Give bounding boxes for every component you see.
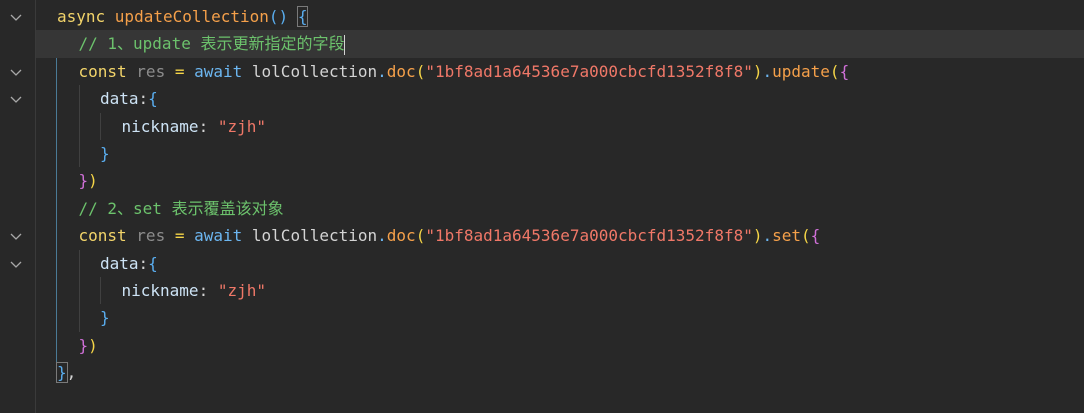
code-token: doc — [386, 226, 416, 246]
code-token: ( — [801, 226, 811, 246]
code-token: . — [377, 226, 387, 246]
chevron-down-icon[interactable] — [8, 256, 24, 272]
code-token: ( — [415, 61, 426, 81]
code-line[interactable]: } — [36, 139, 1084, 168]
code-line[interactable]: const res = await lolCollection.doc("1bf… — [36, 58, 1084, 85]
code-token: "1bf8ad1a64536e7a000cbcfd1352f8f8" — [425, 226, 753, 246]
code-token: const — [78, 61, 137, 81]
indent-guide — [78, 139, 80, 168]
code-token: } — [56, 362, 68, 384]
code-line[interactable]: const res = await lolCollection.doc("1bf… — [36, 222, 1084, 249]
code-token: const — [78, 226, 137, 246]
code-token: ( — [415, 226, 426, 246]
indent-guide — [78, 249, 80, 277]
code-token: () — [268, 7, 289, 26]
chevron-down-icon[interactable] — [8, 64, 24, 80]
fold-gutter — [0, 0, 36, 413]
code-token: updateCollection — [114, 7, 269, 26]
code-token: } — [100, 308, 110, 328]
code-token: nickname — [121, 116, 199, 136]
code-line[interactable]: // 1、update 表示更新指定的字段 — [36, 30, 1084, 58]
code-token: , — [66, 363, 77, 383]
code-line[interactable]: }) — [36, 332, 1084, 359]
code-token: // 2、set 表示覆盖该对象 — [78, 198, 284, 218]
code-token: lolCollection — [251, 61, 378, 81]
code-token: { — [810, 226, 821, 246]
chevron-down-icon[interactable] — [8, 228, 24, 244]
code-line[interactable]: } — [36, 304, 1084, 332]
code-token: res — [136, 61, 166, 81]
code-token: } — [78, 171, 89, 191]
code-token: lolCollection — [251, 226, 378, 246]
text-cursor — [344, 34, 346, 55]
code-token: . — [762, 61, 773, 81]
code-line[interactable]: }, — [36, 359, 1084, 386]
indent-guide — [100, 276, 101, 305]
code-token: { — [296, 6, 309, 27]
code-token: "zjh" — [217, 280, 266, 300]
code-token: async — [57, 7, 115, 26]
code-token: await — [194, 226, 252, 246]
code-editor[interactable]: async updateCollection() {// 1、update 表示… — [36, 3, 1084, 386]
indent-guide — [78, 304, 80, 332]
code-token: : — [198, 116, 218, 136]
code-token: ) — [88, 171, 98, 191]
code-token: { — [148, 89, 158, 109]
code-token: : — [138, 89, 149, 109]
code-token: { — [148, 253, 158, 273]
code-token: . — [377, 61, 387, 81]
indent-guide — [78, 276, 80, 305]
code-token: = — [165, 226, 195, 246]
code-token: = — [165, 61, 195, 81]
chevron-down-icon[interactable] — [8, 91, 24, 107]
code-token: res — [136, 226, 166, 246]
code-token: data — [100, 89, 139, 109]
code-token: ) — [88, 335, 98, 355]
code-token: . — [762, 226, 773, 246]
code-line[interactable]: async updateCollection() { — [36, 3, 1084, 30]
code-token: // 1、update 表示更新指定的字段 — [78, 34, 345, 54]
code-line[interactable]: data:{ — [36, 85, 1084, 113]
code-line[interactable]: }) — [36, 167, 1084, 194]
code-token: await — [194, 61, 252, 81]
code-line[interactable]: nickname: "zjh" — [36, 112, 1084, 140]
indent-guide — [78, 112, 80, 140]
code-line[interactable]: // 2、set 表示覆盖该对象 — [36, 195, 1084, 222]
code-token: : — [138, 253, 149, 273]
indent-guide — [100, 112, 101, 140]
code-token: "1bf8ad1a64536e7a000cbcfd1352f8f8" — [425, 61, 753, 81]
code-token: "zjh" — [217, 116, 266, 136]
code-line[interactable]: data:{ — [36, 249, 1084, 277]
code-token: data — [100, 253, 139, 273]
indent-guide — [78, 85, 80, 113]
code-token: set — [772, 226, 802, 246]
code-token: : — [198, 280, 218, 300]
code-line[interactable]: nickname: "zjh" — [36, 276, 1084, 305]
code-token: } — [78, 335, 89, 355]
code-token: ( — [829, 61, 840, 81]
code-token: } — [100, 143, 110, 163]
code-token: doc — [386, 61, 416, 81]
code-token: nickname — [121, 280, 199, 300]
code-token: { — [839, 61, 850, 81]
chevron-down-icon[interactable] — [8, 9, 24, 25]
code-token: update — [772, 61, 830, 81]
